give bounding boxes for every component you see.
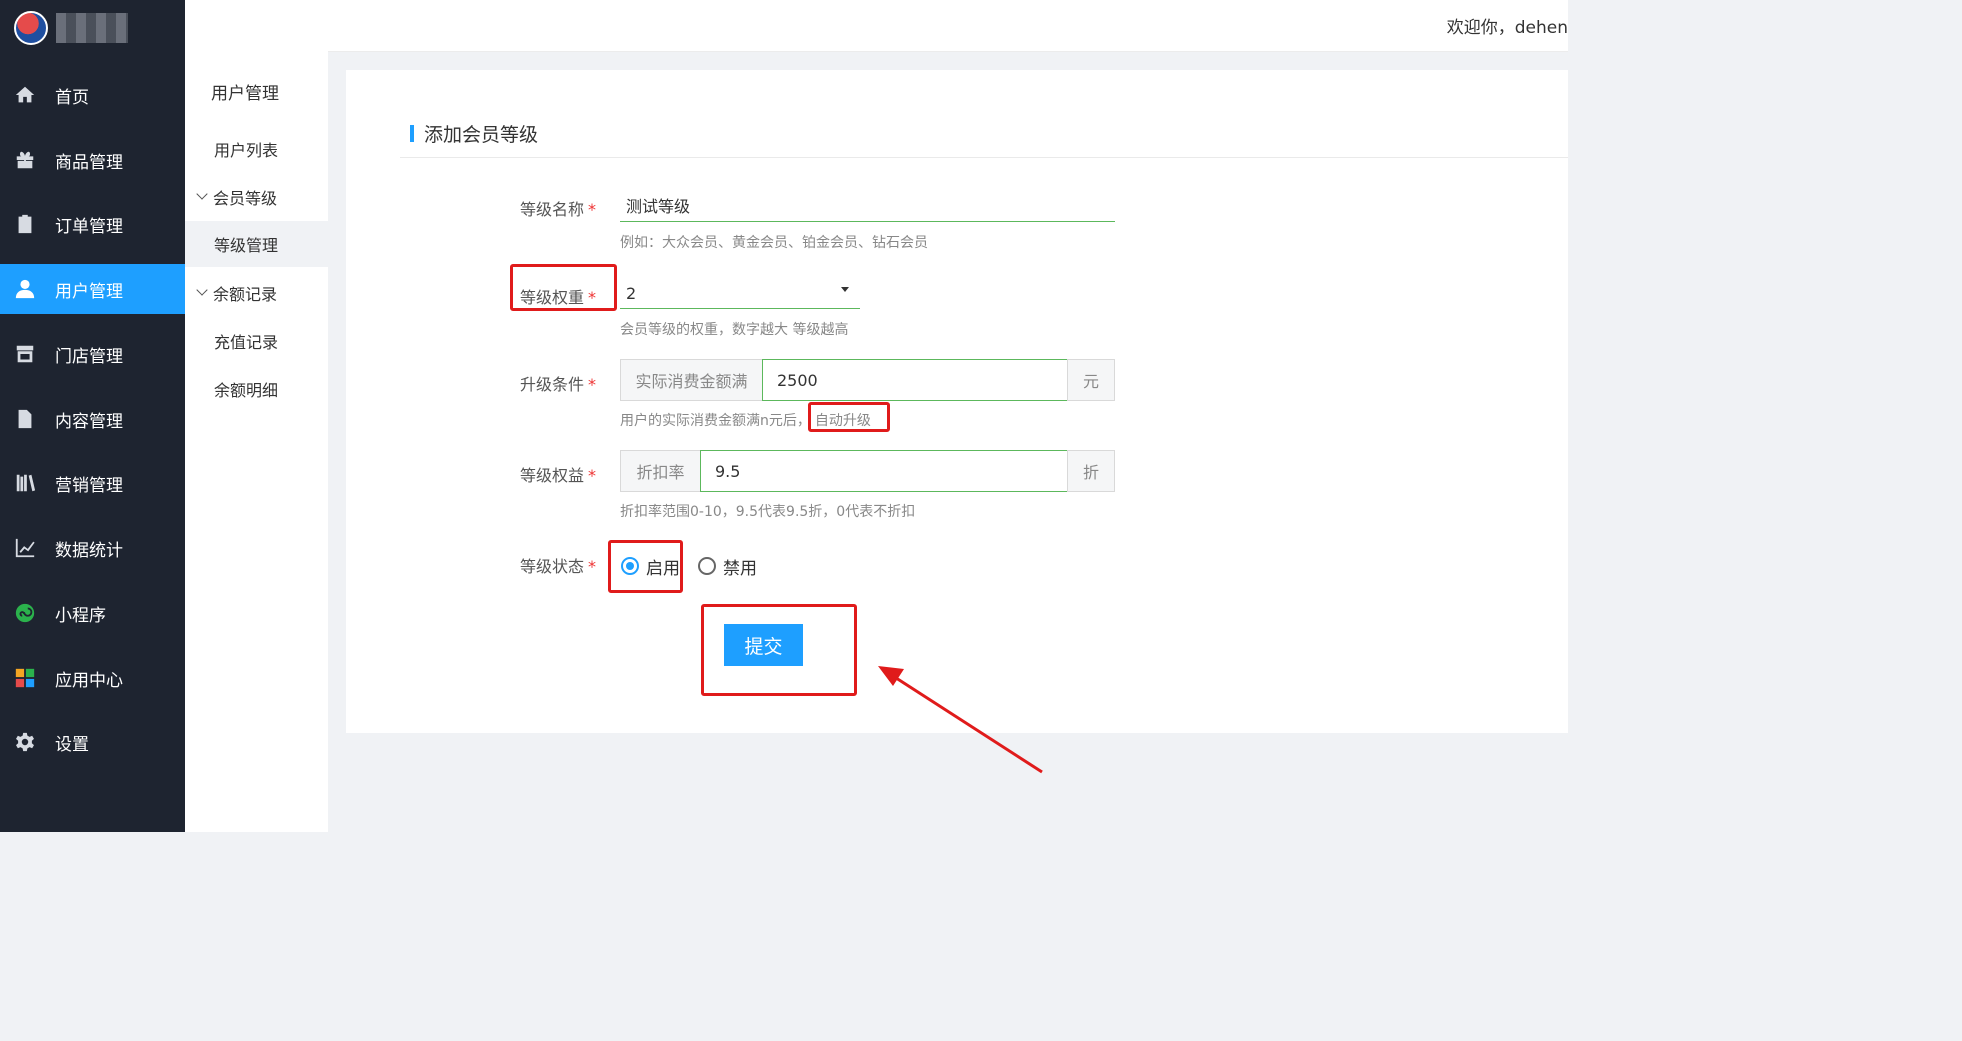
sidebar-item-label: 订单管理 <box>55 216 123 237</box>
level-name-input[interactable]: 测试等级 <box>620 192 1115 222</box>
sidebar-item-app-center[interactable]: 应用中心 <box>0 653 185 703</box>
subnav-item-label: 充值记录 <box>214 333 279 352</box>
secondary-sidebar: 用户管理 用户列表 会员等级 等级管理 余额记录 充值记录 余额明细 <box>185 0 328 832</box>
sidebar-item-label: 商品管理 <box>55 152 123 173</box>
sidebar-item-home[interactable]: 首页 <box>0 70 185 120</box>
discount-hint: 折扣率范围0-10，9.5代表9.5折，0代表不折扣 <box>620 504 916 520</box>
sidebar-item-label: 小程序 <box>55 605 106 626</box>
sidebar-item-stores[interactable]: 门店管理 <box>0 329 185 379</box>
sidebar-item-label: 数据统计 <box>55 540 123 561</box>
discount-rate-input[interactable]: 9.5 <box>700 450 1068 492</box>
upgrade-condition-label: 升级条件 * <box>486 371 596 395</box>
gear-icon <box>13 730 37 754</box>
books-icon <box>13 471 37 495</box>
subnav-item-label: 等级管理 <box>214 236 279 255</box>
annotation-box-submit <box>701 604 857 696</box>
label-text: 等级名称 <box>519 200 584 219</box>
discount-prefix-addon: 折扣率 <box>620 450 701 492</box>
status-disabled-label[interactable]: 禁用 <box>723 554 757 579</box>
subnav-title: 用户管理 <box>211 84 279 104</box>
clipboard-icon <box>13 212 37 236</box>
line-chart-icon <box>13 536 37 560</box>
dropdown-caret-icon[interactable] <box>841 287 849 292</box>
page-title: 添加会员等级 <box>410 120 538 147</box>
user-icon <box>13 277 37 301</box>
level-weight-hint: 会员等级的权重，数字越大 等级越高 <box>620 322 849 338</box>
subnav-item-level-management[interactable]: 等级管理 <box>185 221 328 267</box>
annotation-box-auto-upgrade <box>808 402 890 432</box>
sidebar-item-label: 内容管理 <box>55 411 123 432</box>
subnav-item-label: 会员等级 <box>213 189 278 208</box>
subnav-item-label: 余额明细 <box>214 381 279 400</box>
level-name-hint: 例如：大众会员、黄金会员、铂金会员、钻石会员 <box>620 235 928 251</box>
store-icon <box>13 342 37 366</box>
top-header: 欢迎你，dehen <box>185 0 1568 52</box>
form-panel <box>346 70 1568 733</box>
chevron-down-icon <box>196 284 208 296</box>
sidebar-item-orders[interactable]: 订单管理 <box>0 199 185 249</box>
sidebar-item-users[interactable]: 用户管理 <box>0 264 185 314</box>
subnav-item-label: 用户列表 <box>214 141 279 160</box>
sidebar-item-label: 首页 <box>55 87 89 108</box>
logo-area <box>0 0 185 56</box>
sidebar-item-content[interactable]: 内容管理 <box>0 394 185 444</box>
sidebar-item-marketing[interactable]: 营销管理 <box>0 458 185 508</box>
blurred-brand-name <box>56 13 128 43</box>
subnav-group-balance-records[interactable]: 余额记录 <box>185 270 328 316</box>
miniprogram-icon <box>13 601 37 625</box>
subnav-item-balance-details[interactable]: 余额明细 <box>185 366 328 412</box>
home-icon <box>13 83 37 107</box>
sidebar-item-settings[interactable]: 设置 <box>0 717 185 767</box>
upgrade-suffix-addon: 元 <box>1067 359 1115 401</box>
level-status-label: 等级状态 * <box>486 553 596 577</box>
level-benefit-label: 等级权益 * <box>486 462 596 486</box>
subnav-item-recharge-records[interactable]: 充值记录 <box>185 318 328 364</box>
chevron-down-icon <box>196 188 208 200</box>
label-text: 等级权益 <box>519 466 584 485</box>
required-mark: * <box>588 200 596 219</box>
gift-icon <box>13 148 37 172</box>
sidebar-item-products[interactable]: 商品管理 <box>0 135 185 185</box>
brand-logo[interactable] <box>14 11 48 45</box>
title-divider <box>400 157 1568 158</box>
document-icon <box>13 407 37 431</box>
subnav-item-label: 余额记录 <box>213 285 278 304</box>
required-mark: * <box>588 557 596 576</box>
required-mark: * <box>588 466 596 485</box>
annotation-box-status <box>608 540 683 593</box>
subnav-item-user-list[interactable]: 用户列表 <box>185 126 328 172</box>
sidebar-item-statistics[interactable]: 数据统计 <box>0 523 185 573</box>
sidebar-item-miniprogram[interactable]: 小程序 <box>0 588 185 638</box>
status-disabled-radio[interactable] <box>698 557 716 575</box>
subnav-group-member-level[interactable]: 会员等级 <box>185 174 328 220</box>
required-mark: * <box>588 375 596 394</box>
upgrade-prefix-addon: 实际消费金额满 <box>620 359 763 401</box>
upgrade-amount-input[interactable]: 2500 <box>762 359 1068 401</box>
sidebar-item-label: 营销管理 <box>55 475 123 496</box>
annotation-box-weight <box>510 264 617 311</box>
level-name-label: 等级名称 * <box>486 196 596 220</box>
discount-suffix-addon: 折 <box>1067 450 1115 492</box>
sidebar-item-label: 门店管理 <box>55 346 123 367</box>
sidebar-item-label: 设置 <box>55 734 89 755</box>
welcome-text[interactable]: 欢迎你，dehen <box>1447 13 1568 38</box>
apps-icon <box>13 666 37 690</box>
main-sidebar: 首页 商品管理 订单管理 用户管理 门店管理 内容管理 营销管理 数据统计 小程… <box>0 0 185 832</box>
label-text: 升级条件 <box>519 375 584 394</box>
sidebar-item-label: 用户管理 <box>55 281 123 302</box>
upgrade-hint-text: 用户的实际消费金额满n元后， <box>620 413 811 429</box>
sidebar-item-label: 应用中心 <box>55 670 123 691</box>
level-weight-select[interactable]: 2 <box>620 279 860 309</box>
label-text: 等级状态 <box>519 557 584 576</box>
